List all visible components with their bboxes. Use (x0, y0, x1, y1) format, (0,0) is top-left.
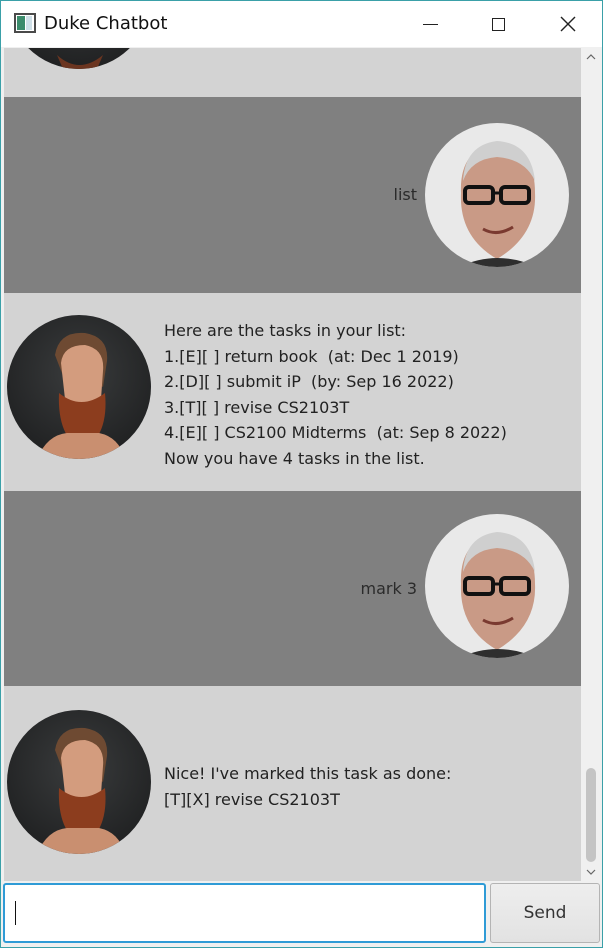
window-title: Duke Chatbot (44, 13, 168, 34)
duke-avatar (7, 710, 151, 854)
duke-message-line: 1.[E][ ] return book (at: Dec 1 2019) (164, 346, 459, 366)
send-button[interactable]: Send (490, 883, 600, 943)
duke-message-line: 2.[D][ ] submit iP (by: Sep 16 2022) (164, 372, 454, 391)
vertical-scrollbar[interactable] (581, 48, 601, 881)
scroll-up-button[interactable] (581, 48, 601, 66)
close-icon (560, 16, 576, 32)
duke-message-line: [T][X] revise CS2103T (164, 789, 340, 809)
dialog-row-duke (4, 48, 581, 97)
user-avatar (425, 123, 569, 267)
duke-message-line: 3.[T][ ] revise CS2103T (164, 397, 350, 417)
duke-message-line: Here are the tasks in your list: (164, 321, 407, 340)
minimize-icon (422, 23, 438, 25)
dialog-container[interactable]: list Here are the tasks in your list: 1.… (4, 48, 581, 881)
duke-message-line: 4.[E][ ] CS2100 Midterms (at: Sep 8 2022… (164, 423, 507, 442)
chevron-up-icon (586, 54, 596, 60)
duke-message-line: Now you have 4 tasks in the list. (164, 448, 425, 468)
dialog-row-user: mark 3 (4, 491, 581, 686)
chatbot-window: Duke Chatbot list Here are the tasks in … (0, 0, 603, 948)
chevron-down-icon (586, 869, 596, 875)
duke-avatar (7, 315, 151, 459)
title-bar: Duke Chatbot (1, 1, 602, 47)
maximize-icon (491, 17, 505, 31)
scroll-thumb[interactable] (586, 768, 596, 862)
text-caret (15, 901, 16, 925)
app-window-icon (14, 13, 36, 33)
duke-avatar (7, 48, 151, 69)
input-bar: Send (1, 881, 602, 947)
user-message-text: mark 3 (360, 579, 418, 598)
user-avatar (425, 514, 569, 658)
dialog-row-duke: Nice! I've marked this task as done: [T]… (4, 686, 581, 881)
close-button[interactable] (545, 1, 591, 47)
dialog-row-user: list (4, 97, 581, 293)
duke-message-line: Nice! I've marked this task as done: (164, 764, 452, 783)
scroll-down-button[interactable] (581, 863, 601, 881)
user-message-text: list (393, 185, 418, 204)
maximize-button[interactable] (475, 1, 521, 47)
dialog-row-duke: Here are the tasks in your list: 1.[E][ … (4, 293, 581, 491)
message-input[interactable] (3, 883, 486, 943)
minimize-button[interactable] (407, 1, 453, 47)
